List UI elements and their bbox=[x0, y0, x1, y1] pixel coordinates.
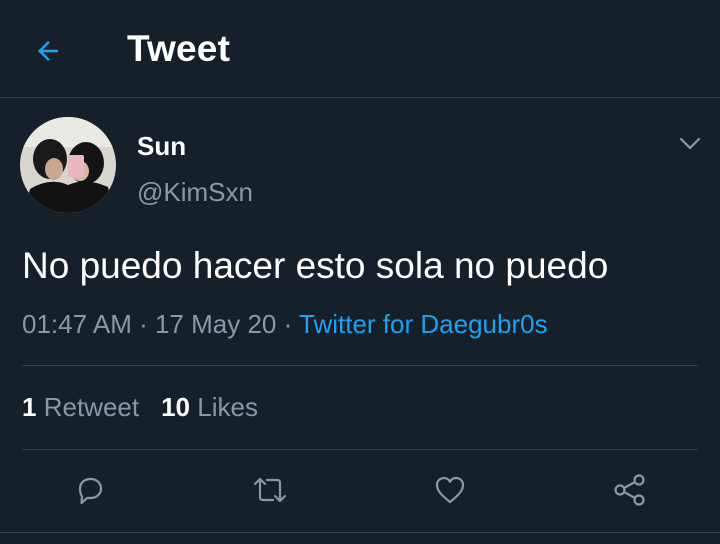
divider bbox=[0, 532, 720, 533]
tweet-metadata: 01:47 AM · 17 May 20 · Twitter for Daegu… bbox=[22, 309, 548, 340]
retweets-label: Retweet bbox=[43, 392, 140, 422]
meta-separator: · bbox=[276, 309, 300, 339]
like-button[interactable] bbox=[428, 466, 472, 514]
reply-button[interactable] bbox=[68, 466, 112, 514]
tweet-stats: 1 Retweet 10 Likes bbox=[22, 392, 258, 423]
top-bar: Tweet bbox=[0, 0, 720, 98]
meta-separator: · bbox=[131, 309, 155, 339]
more-options-button[interactable] bbox=[674, 130, 706, 158]
retweets-stat[interactable]: 1 Retweet bbox=[22, 392, 139, 423]
share-icon bbox=[614, 474, 645, 506]
retweets-count: 1 bbox=[22, 392, 37, 422]
divider bbox=[22, 449, 698, 450]
back-arrow-icon bbox=[38, 41, 58, 61]
profile-photo bbox=[20, 117, 116, 213]
likes-count: 10 bbox=[161, 392, 191, 422]
tweet-date: 17 May 20 bbox=[154, 309, 277, 339]
share-button[interactable] bbox=[608, 466, 652, 514]
likes-stat[interactable]: 10 Likes bbox=[161, 392, 258, 423]
tweet-text: No puedo hacer esto sola no puedo bbox=[22, 245, 609, 286]
retweet-icon bbox=[253, 477, 287, 503]
chevron-down-icon bbox=[679, 137, 701, 150]
back-button[interactable] bbox=[30, 33, 66, 69]
retweet-button[interactable] bbox=[248, 466, 292, 514]
action-bar bbox=[0, 466, 720, 514]
reply-icon bbox=[78, 477, 103, 505]
page-title: Tweet bbox=[127, 28, 231, 69]
divider bbox=[22, 365, 698, 366]
heart-icon bbox=[435, 476, 465, 504]
tweet-time: 01:47 AM bbox=[22, 309, 132, 339]
tweet-source-link[interactable]: Twitter for Daegubr0s bbox=[299, 309, 548, 339]
avatar[interactable] bbox=[20, 117, 116, 213]
likes-label: Likes bbox=[197, 392, 258, 422]
display-name[interactable]: Sun bbox=[137, 131, 186, 162]
user-handle[interactable]: @KimSxn bbox=[137, 177, 253, 208]
